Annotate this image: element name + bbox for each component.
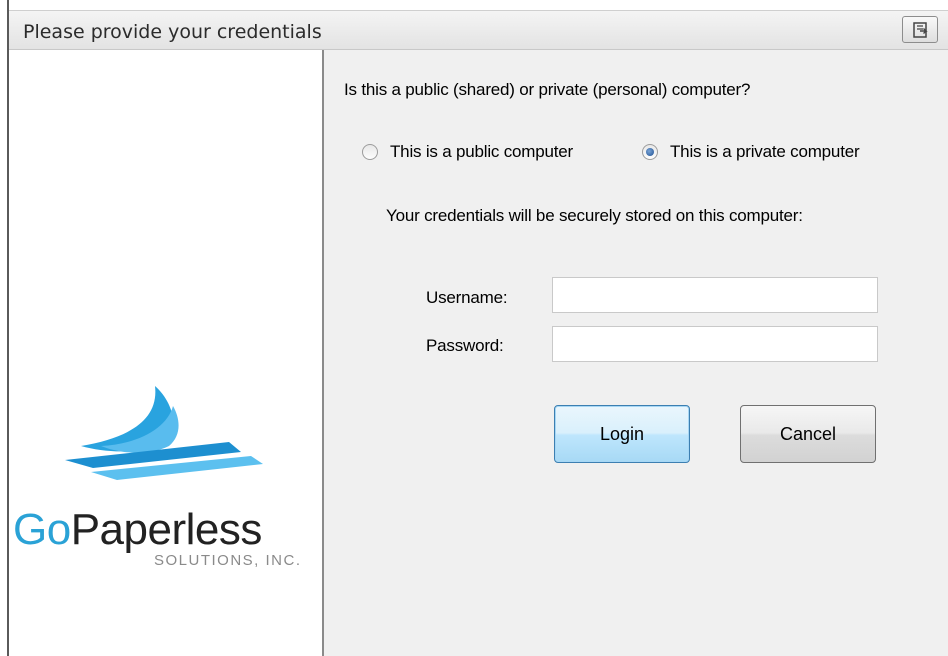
restore-window-button[interactable] [902,16,938,43]
logo-pane: GoPaperless SOLUTIONS, INC. [9,50,323,656]
password-label: Password: [426,336,504,355]
login-button[interactable]: Login [554,405,690,463]
computer-type-question: Is this a public (shared) or private (pe… [344,80,751,99]
restore-window-icon [913,22,928,38]
username-label: Username: [426,288,508,307]
credentials-form: Is this a public (shared) or private (pe… [324,50,948,656]
logo-go-text: Go [13,505,71,554]
cancel-button[interactable]: Cancel [740,405,876,463]
window-title: Please provide your credentials [23,21,322,43]
radio-private-indicator[interactable] [642,144,658,160]
storage-note: Your credentials will be securely stored… [386,206,803,225]
company-logo: GoPaperless SOLUTIONS, INC. [9,380,323,580]
radio-private-label: This is a private computer [670,142,860,161]
title-bar: Please provide your credentials [9,10,948,50]
radio-public-label: This is a public computer [390,142,574,161]
password-field[interactable] [552,326,878,362]
window-left-edge [0,0,9,656]
username-field[interactable] [552,277,878,313]
radio-private-computer[interactable]: This is a private computer [642,142,860,162]
radio-public-computer[interactable]: This is a public computer [362,142,573,162]
logo-subtitle: SOLUTIONS, INC. [154,552,302,569]
logo-paperless-text: Paperless [70,505,263,554]
logo-wordmark: GoPaperless [13,505,262,555]
radio-public-indicator[interactable] [362,144,378,160]
paper-stack-logo-icon [65,386,263,480]
